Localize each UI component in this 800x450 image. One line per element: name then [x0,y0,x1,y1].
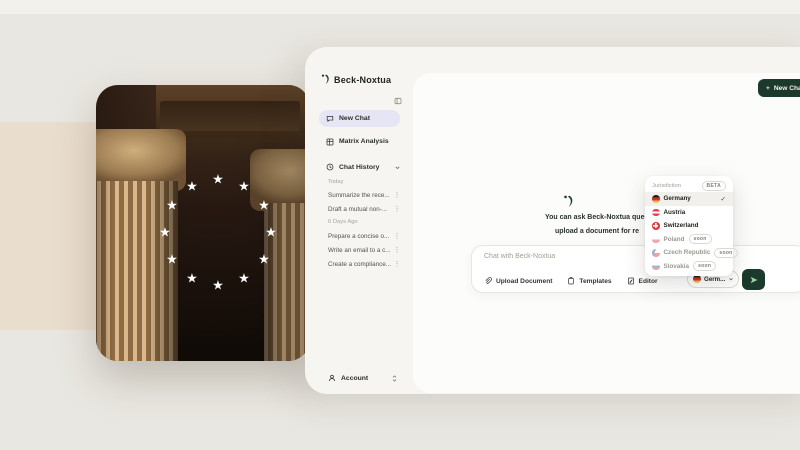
sidebar-item-new-chat[interactable]: New Chat [319,110,400,127]
eu-star [258,253,270,266]
jurisdiction-dropdown: Jurisdiction BETA Germany ✓ Austria Swit… [645,176,733,276]
eu-star [166,253,178,266]
upload-document-button[interactable]: Upload Document [484,277,552,285]
user-icon [328,374,336,382]
selector-updown-icon [391,374,398,383]
empty-state-text-line2: upload a document for re [555,228,639,235]
action-label: Upload Document [496,278,552,285]
soon-badge: soon [689,234,712,244]
new-chat-button-label: New Chat [774,85,800,92]
send-icon [749,275,759,285]
history-group-label: Today [328,179,343,185]
eu-star [212,279,224,292]
austria-flag-icon [652,209,660,217]
dropdown-title: Jurisdiction [652,183,698,189]
main-panel: + New Chat You can ask Beck-Noxtua que u… [413,73,800,393]
grid-icon [326,138,334,146]
item-menu-icon[interactable] [393,247,401,254]
item-menu-icon[interactable] [393,192,401,199]
beta-badge: BETA [702,181,726,191]
eu-star [159,226,171,239]
history-item[interactable]: Draft a mutual non-... [328,203,401,216]
chat-history-title: Chat History [339,164,389,171]
action-label: Templates [579,278,611,285]
czech-republic-flag-icon [652,249,660,257]
photo-beam [160,101,300,131]
eu-columns-photo [96,85,310,361]
app-window: Beck-Noxtua New Chat Matrix Analysis [305,47,800,394]
eu-star [186,180,198,193]
marble-texture-block [0,122,96,330]
template-icon [567,277,575,285]
history-item[interactable]: Prepare a concise o... [328,230,401,243]
account-label: Account [341,375,386,382]
send-button[interactable] [742,269,765,290]
jurisdiction-option-austria[interactable]: Austria [645,206,733,220]
empty-state-text-line1: You can ask Beck-Noxtua que [545,214,644,221]
brand-name: Beck-Noxtua [334,75,391,85]
jurisdiction-option-slovakia: Slovakia soon [645,260,733,274]
brand-mark-icon [321,74,330,85]
sidebar: Beck-Noxtua New Chat Matrix Analysis [305,47,413,394]
chat-bubble-icon [326,115,334,123]
eu-star [238,180,250,193]
eu-star [258,199,270,212]
item-menu-icon[interactable] [393,206,401,213]
checkmark-icon: ✓ [721,195,726,203]
soon-badge: soon [714,248,737,258]
jurisdiction-option-czech-republic: Czech Republic soon [645,246,733,260]
eu-star [265,226,277,239]
paperclip-icon [484,277,492,285]
chat-composer[interactable]: Chat with Beck-Noxtua Upload Document [471,245,800,293]
background-top-strip [0,0,800,14]
chat-history-header[interactable]: Chat History [319,160,403,174]
templates-button[interactable]: Templates [567,277,611,285]
account-menu[interactable]: Account [319,370,402,386]
eu-star [212,173,224,186]
history-group-label: 6 Days Ago [328,219,358,225]
eu-star [186,272,198,285]
history-item[interactable]: Create a compliance... [328,258,401,271]
composer-actions: Upload Document Templates [484,277,658,285]
item-menu-icon[interactable] [393,233,401,240]
chevron-down-icon [394,164,401,171]
slovakia-flag-icon [652,263,660,271]
edit-document-icon [627,277,635,285]
sidebar-item-matrix-analysis[interactable]: Matrix Analysis [319,133,400,150]
eu-star [166,199,178,212]
jurisdiction-option-poland: Poland soon [645,233,733,247]
dropdown-header: Jurisdiction BETA [645,179,733,192]
editor-button[interactable]: Editor [627,277,658,285]
composer-placeholder: Chat with Beck-Noxtua [484,253,555,260]
soon-badge: soon [693,261,716,271]
switzerland-flag-icon [652,222,660,230]
sidebar-collapse-icon[interactable] [394,97,402,105]
brand-logo: Beck-Noxtua [321,74,391,85]
poland-flag-icon [652,236,660,244]
sidebar-item-label: New Chat [339,115,370,122]
jurisdiction-selected-label: Germ... [704,276,725,283]
brand-mark-icon [563,195,574,208]
eu-star [238,272,250,285]
sidebar-item-label: Matrix Analysis [339,138,389,145]
item-menu-icon[interactable] [393,261,401,268]
new-chat-button[interactable]: + New Chat [758,79,800,97]
action-label: Editor [639,278,658,285]
history-item[interactable]: Summarize the rece... [328,189,401,202]
jurisdiction-option-switzerland[interactable]: Switzerland [645,219,733,233]
clock-icon [326,163,334,171]
jurisdiction-option-germany[interactable]: Germany ✓ [645,192,733,206]
chevron-down-icon [728,276,734,282]
germany-flag-icon [652,195,660,203]
history-item[interactable]: Write an email to a c... [328,244,401,257]
plus-icon: + [766,85,770,92]
germany-flag-icon [693,275,701,283]
